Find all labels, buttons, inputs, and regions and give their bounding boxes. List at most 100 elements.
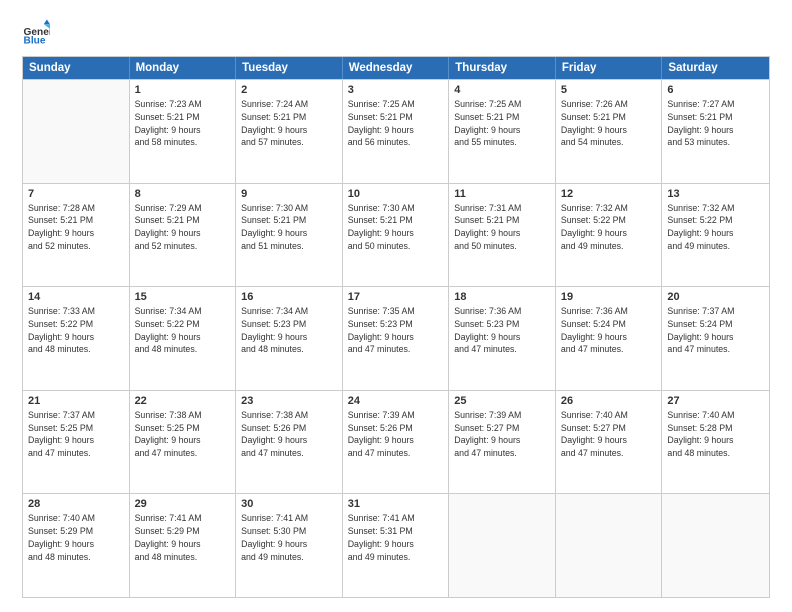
day-number: 29 xyxy=(135,498,231,510)
day-info: Sunrise: 7:25 AMSunset: 5:21 PMDaylight:… xyxy=(454,98,550,149)
day-number: 10 xyxy=(348,188,444,200)
header: General Blue xyxy=(22,18,770,46)
day-info: Sunrise: 7:40 AMSunset: 5:28 PMDaylight:… xyxy=(667,409,764,460)
day-info: Sunrise: 7:30 AMSunset: 5:21 PMDaylight:… xyxy=(241,202,337,253)
day-number: 24 xyxy=(348,395,444,407)
week-row-1: 1Sunrise: 7:23 AMSunset: 5:21 PMDaylight… xyxy=(23,79,769,183)
header-day-monday: Monday xyxy=(130,57,237,79)
cal-cell xyxy=(449,494,556,597)
day-info: Sunrise: 7:38 AMSunset: 5:26 PMDaylight:… xyxy=(241,409,337,460)
cal-cell: 19Sunrise: 7:36 AMSunset: 5:24 PMDayligh… xyxy=(556,287,663,390)
cal-cell: 28Sunrise: 7:40 AMSunset: 5:29 PMDayligh… xyxy=(23,494,130,597)
day-number: 18 xyxy=(454,291,550,303)
day-number: 31 xyxy=(348,498,444,510)
day-info: Sunrise: 7:39 AMSunset: 5:27 PMDaylight:… xyxy=(454,409,550,460)
day-info: Sunrise: 7:31 AMSunset: 5:21 PMDaylight:… xyxy=(454,202,550,253)
day-info: Sunrise: 7:34 AMSunset: 5:22 PMDaylight:… xyxy=(135,305,231,356)
day-number: 21 xyxy=(28,395,124,407)
day-info: Sunrise: 7:33 AMSunset: 5:22 PMDaylight:… xyxy=(28,305,124,356)
day-info: Sunrise: 7:39 AMSunset: 5:26 PMDaylight:… xyxy=(348,409,444,460)
day-number: 8 xyxy=(135,188,231,200)
day-number: 17 xyxy=(348,291,444,303)
day-info: Sunrise: 7:40 AMSunset: 5:27 PMDaylight:… xyxy=(561,409,657,460)
day-info: Sunrise: 7:36 AMSunset: 5:23 PMDaylight:… xyxy=(454,305,550,356)
day-number: 11 xyxy=(454,188,550,200)
day-number: 2 xyxy=(241,84,337,96)
day-number: 1 xyxy=(135,84,231,96)
cal-cell xyxy=(662,494,769,597)
day-number: 4 xyxy=(454,84,550,96)
calendar: SundayMondayTuesdayWednesdayThursdayFrid… xyxy=(22,56,770,598)
day-info: Sunrise: 7:26 AMSunset: 5:21 PMDaylight:… xyxy=(561,98,657,149)
day-number: 6 xyxy=(667,84,764,96)
day-info: Sunrise: 7:30 AMSunset: 5:21 PMDaylight:… xyxy=(348,202,444,253)
cal-cell: 4 Sunrise: 7:25 AMSunset: 5:21 PMDaylight… xyxy=(449,80,556,183)
cal-cell: 6 Sunrise: 7:27 AMSunset: 5:21 PMDaylight… xyxy=(662,80,769,183)
cal-cell: 29 Sunrise: 7:41 AMSunset: 5:29 PMDayligh… xyxy=(130,494,237,597)
cal-cell: 17 Sunrise: 7:35 AMSunset: 5:23 PMDayligh… xyxy=(343,287,450,390)
week-row-4: 21 Sunrise: 7:37 AMSunset: 5:25 PMDayligh… xyxy=(23,390,769,494)
cal-cell: 10 Sunrise: 7:30 AMSunset: 5:21 PMDayligh… xyxy=(343,184,450,287)
day-number: 30 xyxy=(241,498,337,510)
day-info: Sunrise: 7:34 AMSunset: 5:23 PMDaylight:… xyxy=(241,305,337,356)
day-number: 27 xyxy=(667,395,764,407)
cal-cell: 23 Sunrise: 7:38 AMSunset: 5:26 PMDayligh… xyxy=(236,391,343,494)
day-number: 14 xyxy=(28,291,124,303)
logo-icon: General Blue xyxy=(22,18,50,46)
page: General Blue SundayMondayTuesdayWednesda… xyxy=(0,0,792,612)
week-row-2: 7 Sunrise: 7:28 AMSunset: 5:21 PMDaylight… xyxy=(23,183,769,287)
svg-text:Blue: Blue xyxy=(24,36,46,46)
day-info: Sunrise: 7:32 AMSunset: 5:22 PMDaylight:… xyxy=(561,202,657,253)
day-number: 23 xyxy=(241,395,337,407)
day-number: 7 xyxy=(28,188,124,200)
cal-cell: 8 Sunrise: 7:29 AMSunset: 5:21 PMDaylight… xyxy=(130,184,237,287)
cal-cell xyxy=(556,494,663,597)
calendar-body: 1Sunrise: 7:23 AMSunset: 5:21 PMDaylight… xyxy=(23,79,769,597)
day-number: 16 xyxy=(241,291,337,303)
cal-cell: 30 Sunrise: 7:41 AMSunset: 5:30 PMDayligh… xyxy=(236,494,343,597)
day-number: 3 xyxy=(348,84,444,96)
day-info: Sunrise: 7:28 AMSunset: 5:21 PMDaylight:… xyxy=(28,202,124,253)
cal-cell: 18 Sunrise: 7:36 AMSunset: 5:23 PMDayligh… xyxy=(449,287,556,390)
day-number: 26 xyxy=(561,395,657,407)
cal-cell: 31 Sunrise: 7:41 AMSunset: 5:31 PMDayligh… xyxy=(343,494,450,597)
cal-cell: 14 Sunrise: 7:33 AMSunset: 5:22 PMDayligh… xyxy=(23,287,130,390)
header-day-thursday: Thursday xyxy=(449,57,556,79)
cal-cell: 15 Sunrise: 7:34 AMSunset: 5:22 PMDayligh… xyxy=(130,287,237,390)
header-day-friday: Friday xyxy=(556,57,663,79)
day-info: Sunrise: 7:24 AMSunset: 5:21 PMDaylight:… xyxy=(241,98,337,149)
day-number: 9 xyxy=(241,188,337,200)
cal-cell: 22Sunrise: 7:38 AMSunset: 5:25 PMDayligh… xyxy=(130,391,237,494)
day-number: 28 xyxy=(28,498,124,510)
header-day-sunday: Sunday xyxy=(23,57,130,79)
day-number: 15 xyxy=(135,291,231,303)
cal-cell: 25 Sunrise: 7:39 AMSunset: 5:27 PMDayligh… xyxy=(449,391,556,494)
cal-cell: 7 Sunrise: 7:28 AMSunset: 5:21 PMDaylight… xyxy=(23,184,130,287)
day-info: Sunrise: 7:36 AMSunset: 5:24 PMDaylight:… xyxy=(561,305,657,356)
day-info: Sunrise: 7:37 AMSunset: 5:25 PMDaylight:… xyxy=(28,409,124,460)
day-number: 12 xyxy=(561,188,657,200)
cal-cell: 13 Sunrise: 7:32 AMSunset: 5:22 PMDayligh… xyxy=(662,184,769,287)
cal-cell: 1Sunrise: 7:23 AMSunset: 5:21 PMDaylight… xyxy=(130,80,237,183)
day-number: 13 xyxy=(667,188,764,200)
cal-cell: 11 Sunrise: 7:31 AMSunset: 5:21 PMDayligh… xyxy=(449,184,556,287)
day-info: Sunrise: 7:25 AMSunset: 5:21 PMDaylight:… xyxy=(348,98,444,149)
day-number: 25 xyxy=(454,395,550,407)
day-info: Sunrise: 7:27 AMSunset: 5:21 PMDaylight:… xyxy=(667,98,764,149)
day-info: Sunrise: 7:41 AMSunset: 5:31 PMDaylight:… xyxy=(348,512,444,563)
day-info: Sunrise: 7:32 AMSunset: 5:22 PMDaylight:… xyxy=(667,202,764,253)
day-info: Sunrise: 7:38 AMSunset: 5:25 PMDaylight:… xyxy=(135,409,231,460)
logo: General Blue xyxy=(22,18,50,46)
cal-cell: 3 Sunrise: 7:25 AMSunset: 5:21 PMDaylight… xyxy=(343,80,450,183)
cal-cell: 2 Sunrise: 7:24 AMSunset: 5:21 PMDaylight… xyxy=(236,80,343,183)
day-info: Sunrise: 7:35 AMSunset: 5:23 PMDaylight:… xyxy=(348,305,444,356)
day-info: Sunrise: 7:29 AMSunset: 5:21 PMDaylight:… xyxy=(135,202,231,253)
cal-cell: 16 Sunrise: 7:34 AMSunset: 5:23 PMDayligh… xyxy=(236,287,343,390)
day-number: 20 xyxy=(667,291,764,303)
cal-cell: 26 Sunrise: 7:40 AMSunset: 5:27 PMDayligh… xyxy=(556,391,663,494)
day-info: Sunrise: 7:41 AMSunset: 5:30 PMDaylight:… xyxy=(241,512,337,563)
day-info: Sunrise: 7:41 AMSunset: 5:29 PMDaylight:… xyxy=(135,512,231,563)
calendar-header: SundayMondayTuesdayWednesdayThursdayFrid… xyxy=(23,57,769,79)
day-number: 5 xyxy=(561,84,657,96)
cal-cell xyxy=(23,80,130,183)
